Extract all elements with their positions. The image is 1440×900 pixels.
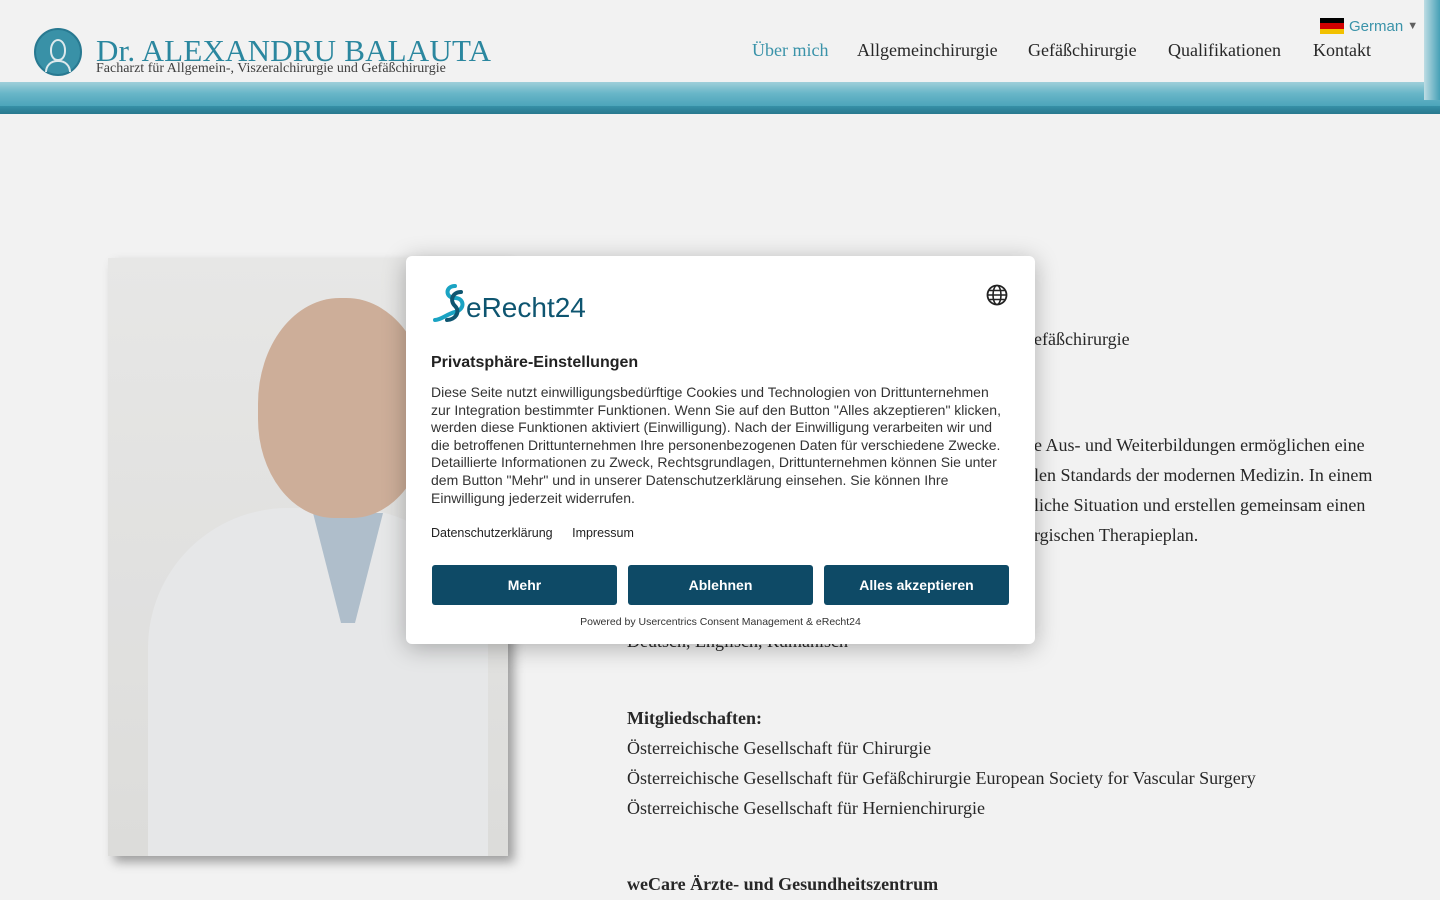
consent-title: Privatsphäre-Einstellungen: [431, 354, 639, 371]
consent-links: Datenschutzerklärung Impressum: [431, 526, 650, 540]
consent-body: Diese Seite nutzt einwilligungsbedürftig…: [431, 384, 1001, 506]
globe-icon[interactable]: [986, 284, 1008, 306]
powered-by: Powered by Usercentrics Consent Manageme…: [580, 616, 861, 628]
erecht24-wordmark: eRecht24: [466, 292, 586, 323]
consent-dialog: eRecht24 Privatsphäre-Einstellungen Dies…: [406, 256, 1035, 644]
privacy-policy-link[interactable]: Datenschutzerklärung: [431, 526, 553, 540]
decline-button[interactable]: Ablehnen: [628, 565, 813, 605]
more-button[interactable]: Mehr: [432, 565, 617, 605]
imprint-link[interactable]: Impressum: [572, 526, 634, 540]
accept-all-button[interactable]: Alles akzeptieren: [824, 565, 1009, 605]
